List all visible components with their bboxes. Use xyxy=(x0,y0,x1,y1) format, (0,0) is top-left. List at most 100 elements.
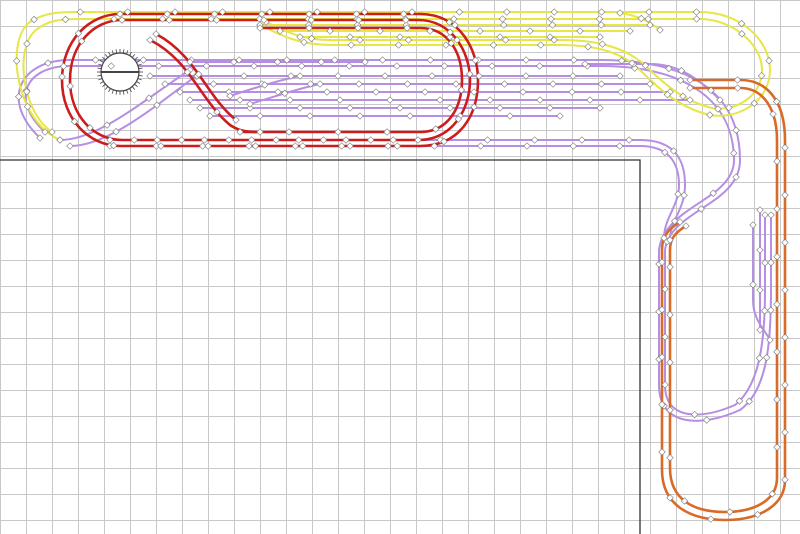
turntable-stall-tick xyxy=(104,86,109,90)
rail-joint-marker xyxy=(598,40,607,48)
rail-joint-marker xyxy=(755,354,764,362)
rail-joint-marker xyxy=(537,41,545,49)
rail-joint-marker xyxy=(414,136,422,144)
rail-joint-marker xyxy=(396,104,404,112)
turntable-stall-tick xyxy=(136,81,141,84)
rail-joint-marker xyxy=(342,136,350,144)
rail-joint-marker xyxy=(615,142,624,150)
rail-joint-marker xyxy=(617,88,625,96)
rail-joint-marker xyxy=(355,80,363,88)
rail-joint-marker xyxy=(455,8,464,16)
rail-joint-marker xyxy=(251,142,260,150)
rail-joint-marker xyxy=(692,8,701,16)
rail-joint-marker xyxy=(272,136,280,144)
rail-joint-marker xyxy=(674,190,682,198)
rail-joint-marker xyxy=(476,27,484,35)
rail-joint-marker xyxy=(394,41,403,49)
rail-joint-marker xyxy=(536,96,544,104)
rail-joint-marker xyxy=(597,8,606,16)
rail-joint-marker xyxy=(693,15,701,23)
turntable-stall-tick xyxy=(126,89,129,94)
rail-joint-marker xyxy=(225,136,233,144)
rail-joint-marker xyxy=(452,80,460,88)
rail-joint-marker xyxy=(733,84,742,92)
rail-joint-marker xyxy=(386,96,394,104)
rail-joint-marker xyxy=(625,136,633,144)
purple-right-spur-2[interactable] xyxy=(752,225,771,341)
rail-joint-marker xyxy=(323,88,331,96)
turntable-stall-tick xyxy=(99,81,104,84)
rail-joint-marker xyxy=(372,88,380,96)
rail-joint-marker xyxy=(596,104,604,112)
rail-joint-marker xyxy=(196,104,204,112)
rail-joint-marker xyxy=(286,96,294,104)
rail-joint-marker xyxy=(61,15,70,24)
rail-joint-marker xyxy=(773,395,781,404)
rail-joint-marker xyxy=(496,104,504,112)
rail-joint-marker xyxy=(236,96,244,104)
turntable-stall-tick xyxy=(97,74,102,77)
rail-joint-marker xyxy=(489,41,498,49)
rail-joint-marker xyxy=(44,59,52,67)
rail-joint-marker xyxy=(769,110,777,118)
orange-outer-loop-track[interactable] xyxy=(660,78,787,522)
rail-joint-marker xyxy=(535,62,544,70)
rail-joint-marker xyxy=(781,238,789,247)
rail-joint-marker xyxy=(212,16,221,24)
rail-joint-marker xyxy=(773,157,781,166)
rail-joint-marker xyxy=(763,353,771,362)
rail-joint-marker xyxy=(645,8,653,16)
rail-joint-marker xyxy=(367,136,375,144)
track-layer-orange[interactable] xyxy=(660,78,787,522)
rail-joint-marker xyxy=(300,38,308,46)
rail-joint-marker xyxy=(250,62,258,70)
rail-joint-marker xyxy=(157,142,165,150)
rail-joint-marker xyxy=(346,104,354,112)
rail-joint-marker xyxy=(58,73,66,81)
turntable-stall-tick xyxy=(134,83,138,88)
rail-joint-marker xyxy=(498,15,507,23)
rail-joint-marker xyxy=(636,96,644,104)
rail-joint-marker xyxy=(56,136,64,144)
rail-joint-marker xyxy=(637,14,645,23)
track-plan-canvas[interactable] xyxy=(0,0,800,534)
rail-joint-marker xyxy=(296,104,304,112)
track-layer-purple[interactable] xyxy=(17,59,772,422)
turntable-icon[interactable] xyxy=(97,49,143,95)
rail-joint-marker xyxy=(781,381,789,389)
rail-joint-marker xyxy=(749,221,757,229)
turntable-stall-tick xyxy=(108,88,111,93)
rail-joint-marker xyxy=(781,286,789,294)
turntable-stall-tick xyxy=(138,67,143,70)
rail-joint-marker xyxy=(118,16,126,24)
rail-joint-marker xyxy=(59,62,68,70)
rail-joint-marker xyxy=(130,136,138,144)
rail-joint-marker xyxy=(297,62,306,70)
rail-joint-marker xyxy=(578,136,586,144)
rail-joint-marker xyxy=(570,56,578,64)
rail-joint-marker xyxy=(500,21,508,29)
rail-joint-marker xyxy=(756,286,764,294)
rail-joint-marker xyxy=(245,142,253,150)
rail-joint-marker xyxy=(781,333,789,342)
rail-joint-marker xyxy=(346,142,354,150)
turntable-stall-tick xyxy=(111,89,114,94)
rail-joint-marker xyxy=(616,9,624,17)
yellow-siding-4[interactable] xyxy=(619,12,661,31)
rail-joint-marker xyxy=(781,428,789,436)
rail-joint-marker xyxy=(165,16,173,24)
rail-joint-marker xyxy=(246,100,254,108)
rail-joint-marker xyxy=(446,104,454,112)
rail-joint-marker xyxy=(781,144,789,152)
rail-joint-marker xyxy=(256,128,264,136)
rail-joint-marker xyxy=(66,142,74,150)
rail-joint-marker xyxy=(291,142,300,150)
rail-joint-marker xyxy=(666,263,674,271)
rail-joint-marker xyxy=(426,56,435,64)
rail-joint-marker xyxy=(569,142,578,150)
rail-joint-marker xyxy=(177,136,186,144)
rail-joint-marker xyxy=(337,142,346,150)
rail-joint-marker xyxy=(549,80,557,88)
rail-joint-marker xyxy=(15,92,23,101)
rail-joint-marker xyxy=(91,56,100,64)
